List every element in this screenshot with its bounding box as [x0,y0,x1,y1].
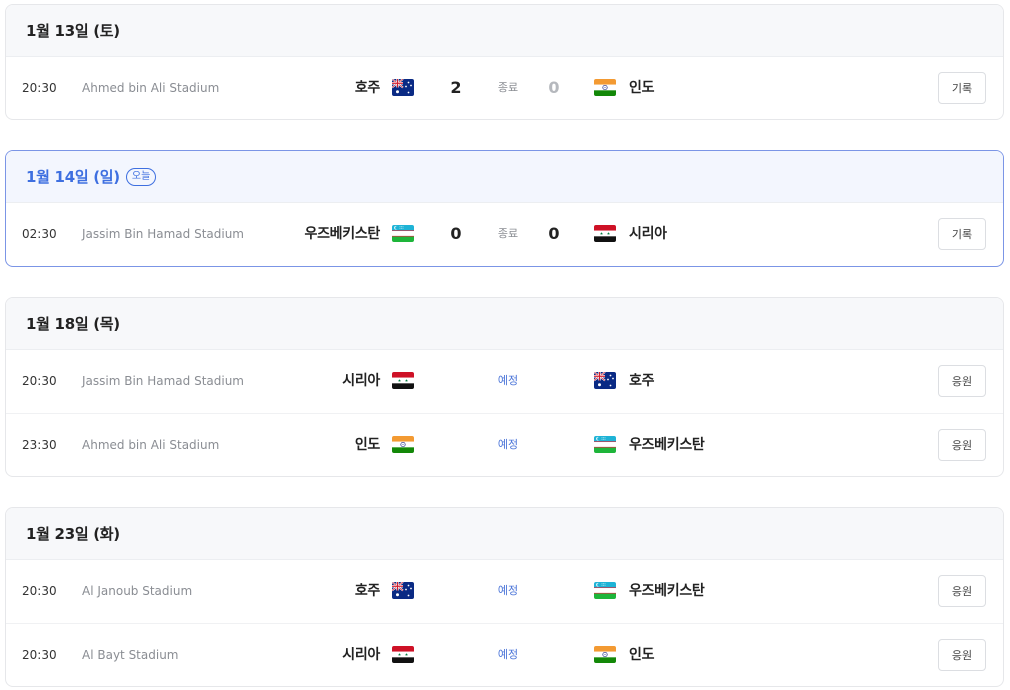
australia-flag-icon [392,582,414,599]
uzbekistan-flag-icon [392,225,414,242]
uzbekistan-flag-icon [594,582,616,599]
match-status: 종료 [497,81,519,94]
day-header: 1월 23일 (화) [6,508,1003,560]
home-score: 2 [450,78,462,97]
match-row: 23:30 Ahmed bin Ali Stadium 인도 예정 우즈베키스탄… [6,413,1003,476]
match-stadium: Jassim Bin Hamad Stadium [82,227,244,241]
day-header: 1월 14일 (일) 오늘 [6,151,1003,203]
match-status: 예정 [497,648,519,661]
india-flag-icon [594,79,616,96]
uzbekistan-flag-icon [594,436,616,453]
day-header: 1월 13일 (토) [6,5,1003,57]
australia-flag-icon [594,372,616,389]
day-title: 1월 14일 (일) [26,168,120,186]
syria-flag-icon [392,372,414,389]
home-team-name: 인도 [354,437,380,453]
match-time: 20:30 [22,648,57,662]
match-row: 20:30 Jassim Bin Hamad Stadium 시리아 예정 호주… [6,350,1003,413]
away-team-name: 인도 [629,80,655,96]
match-status: 예정 [497,374,519,387]
home-team-name: 호주 [354,583,380,599]
match-record-button[interactable]: 기록 [938,218,986,250]
india-flag-icon [392,436,414,453]
day-card-jan-18: 1월 18일 (목) 20:30 Jassim Bin Hamad Stadiu… [5,297,1004,477]
match-status: 예정 [497,584,519,597]
syria-flag-icon [594,225,616,242]
cheer-button[interactable]: 응원 [938,575,986,607]
match-time: 20:30 [22,81,57,95]
away-team-name: 인도 [629,647,655,663]
match-record-button[interactable]: 기록 [938,72,986,104]
day-card-jan-23: 1월 23일 (화) 20:30 Al Janoub Stadium 호주 예정… [5,507,1004,687]
day-title: 1월 13일 (토) [26,22,120,40]
cheer-button[interactable]: 응원 [938,365,986,397]
away-team-name: 우즈베키스탄 [629,583,705,599]
match-row: 20:30 Ahmed bin Ali Stadium 호주 2 종료 0 인도… [6,57,1003,119]
match-row: 20:30 Al Bayt Stadium 시리아 예정 인도 응원 [6,623,1003,686]
match-status: 종료 [497,227,519,240]
away-team-name: 호주 [629,373,655,389]
match-time: 02:30 [22,227,57,241]
match-stadium: Al Bayt Stadium [82,648,179,662]
match-stadium: Ahmed bin Ali Stadium [82,438,220,452]
home-score: 0 [450,224,462,243]
away-team-name: 우즈베키스탄 [629,437,705,453]
home-team-name: 우즈베키스탄 [304,226,381,242]
syria-flag-icon [392,646,414,663]
away-score: 0 [548,224,560,243]
match-stadium: Ahmed bin Ali Stadium [82,81,220,95]
day-card-jan-13: 1월 13일 (토) 20:30 Ahmed bin Ali Stadium 호… [5,4,1004,120]
match-row: 02:30 Jassim Bin Hamad Stadium 우즈베키스탄 0 … [6,203,1003,266]
cheer-button[interactable]: 응원 [938,639,986,671]
today-badge: 오늘 [125,167,157,186]
match-status: 예정 [497,438,519,451]
match-time: 20:30 [22,584,57,598]
away-score: 0 [548,78,560,97]
match-row: 20:30 Al Janoub Stadium 호주 예정 우즈베키스탄 응원 [6,560,1003,623]
day-card-jan-14: 1월 14일 (일) 오늘 02:30 Jassim Bin Hamad Sta… [5,150,1004,267]
home-team-name: 시리아 [342,647,380,663]
india-flag-icon [594,646,616,663]
home-team-name: 시리아 [342,373,380,389]
away-team-name: 시리아 [629,226,667,242]
cheer-button[interactable]: 응원 [938,429,986,461]
match-stadium: Al Janoub Stadium [82,584,193,598]
home-team-name: 호주 [354,80,380,96]
match-time: 20:30 [22,374,57,388]
match-time: 23:30 [22,438,57,452]
day-title: 1월 23일 (화) [26,525,120,543]
day-header: 1월 18일 (목) [6,298,1003,350]
australia-flag-icon [392,79,414,96]
match-stadium: Jassim Bin Hamad Stadium [82,374,244,388]
day-title: 1월 18일 (목) [26,315,120,333]
match-schedule: 1월 13일 (토) 20:30 Ahmed bin Ali Stadium 호… [0,0,1010,690]
